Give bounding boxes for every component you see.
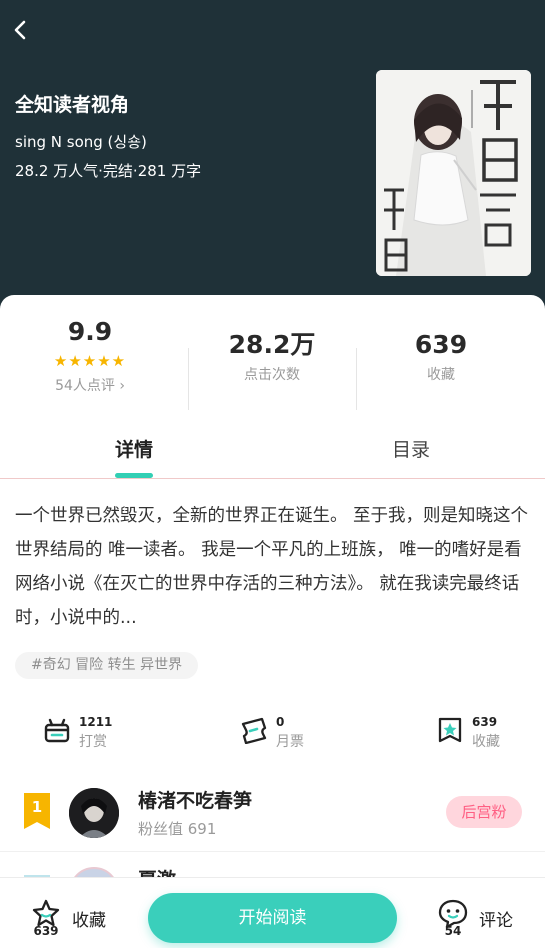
clicks-label: 点击次数 [244, 367, 300, 383]
fan-score: 粉丝值 691 [138, 820, 217, 838]
chevron-left-icon [14, 20, 26, 40]
ticket-icon [241, 717, 267, 744]
tip-label: 打赏 [79, 734, 107, 750]
tip-count: 1211 [79, 715, 113, 729]
fan-rank-row[interactable]: 1 椿渚不吃春笋 粉丝值 691 后宫粉 [0, 780, 545, 852]
monthly-ticket-button[interactable]: 0 月票 [240, 712, 340, 752]
ticket-label: 月票 [276, 734, 304, 750]
cover-illustration [376, 70, 531, 276]
reviews-link[interactable]: 54人点评 › [5, 375, 175, 395]
favorites-label: 收藏 [427, 367, 455, 383]
genre-tags[interactable]: #奇幻 冒险 转生 异世界 [15, 652, 199, 679]
tab-active-indicator [115, 473, 153, 478]
tab-table-of-contents[interactable]: 目录 [392, 435, 430, 462]
synopsis-text[interactable]: 一个世界已然毁灭，全新的世界正在诞生。 至于我，则是知晓这个世界结局的 唯一读者… [15, 499, 530, 635]
comment-label: 评论 [479, 911, 513, 931]
book-stats: 28.2 万人气·完结·281 万字 [15, 162, 202, 180]
rating-score: 9.9 [67, 317, 113, 346]
comment-count: 54 [444, 924, 462, 938]
clicks-stat: 28.2万 点击次数 [187, 315, 357, 384]
favorite-button[interactable]: 639 收藏 [30, 878, 120, 948]
book-title: 全知读者视角 [15, 94, 130, 116]
avatar[interactable] [69, 788, 119, 838]
fan-name: 椿渚不吃春笋 [138, 790, 253, 812]
rating-stat: 9.9 ★★★★★ 54人点评 › [5, 315, 175, 395]
star-bookmark-icon [438, 717, 462, 743]
tip-button[interactable]: 1211 打赏 [43, 712, 143, 752]
rank-number: 1 [31, 798, 43, 816]
action-row: 1211 打赏 0 月票 639 收藏 [0, 712, 545, 752]
detail-card: 9.9 ★★★★★ 54人点评 › 28.2万 点击次数 639 收藏 详情 目… [0, 295, 545, 948]
tab-details[interactable]: 详情 [115, 435, 153, 462]
favorites-stat: 639 收藏 [356, 315, 526, 384]
stats-row: 9.9 ★★★★★ 54人点评 › 28.2万 点击次数 639 收藏 [0, 315, 545, 410]
book-header: 全知读者视角 sing N song (싱숑) 28.2 万人气·完结·281 … [0, 0, 545, 330]
tab-bar: 详情 目录 [0, 425, 545, 479]
back-button[interactable] [8, 14, 34, 46]
collect-label: 收藏 [472, 734, 500, 750]
collect-count: 639 [472, 715, 498, 729]
gift-icon [44, 718, 70, 743]
collect-button[interactable]: 639 收藏 [436, 712, 536, 752]
avatar-image [69, 788, 119, 838]
rating-stars: ★★★★★ [53, 352, 127, 370]
bottom-action-bar: 639 收藏 开始阅读 54 评论 [0, 877, 545, 948]
ticket-count: 0 [276, 715, 285, 729]
start-reading-button[interactable]: 开始阅读 [148, 893, 397, 943]
clicks-value: 28.2万 [228, 330, 316, 359]
favorites-value: 639 [414, 330, 468, 359]
favorite-count: 639 [33, 924, 59, 938]
book-cover[interactable] [376, 70, 531, 276]
comment-button[interactable]: 54 评论 [437, 878, 527, 948]
fan-title-badge: 后宫粉 [446, 796, 522, 828]
book-author[interactable]: sing N song (싱숑) [15, 131, 147, 152]
favorite-label: 收藏 [72, 911, 106, 931]
